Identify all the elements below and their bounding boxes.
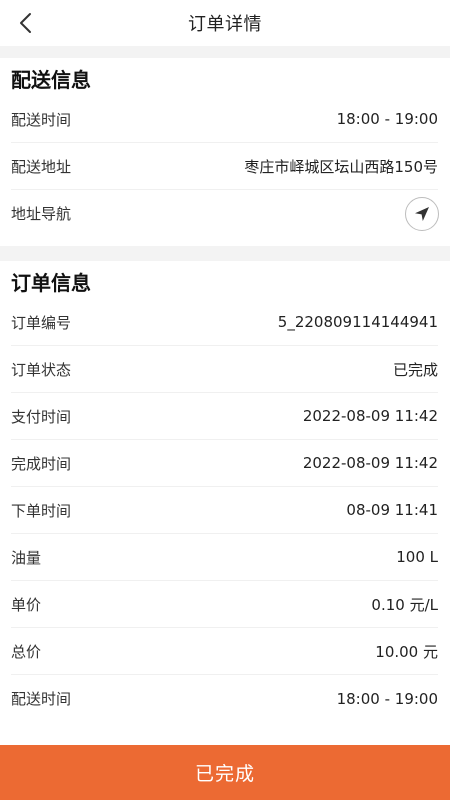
address-navigation-row: 地址导航 <box>11 190 439 237</box>
total-price-value: 10.00 元 <box>375 642 438 661</box>
address-navigation-label: 地址导航 <box>11 205 72 223</box>
order-delivery-time-label: 配送时间 <box>11 690 72 708</box>
section-divider <box>0 46 450 58</box>
chevron-left-icon <box>20 13 31 33</box>
total-price-row: 总价 10.00 元 <box>11 628 438 675</box>
delivery-time-row: 配送时间 18:00 - 19:00 <box>11 96 438 143</box>
payment-time-label: 支付时间 <box>11 407 72 426</box>
header-bar: 订单详情 <box>0 0 450 46</box>
completion-time-row: 完成时间 2022-08-09 11:42 <box>11 440 438 487</box>
completion-time-value: 2022-08-09 11:42 <box>302 454 438 472</box>
unit-price-row: 单价 0.10 元/L <box>11 581 438 628</box>
order-detail-page: 订单详情 配送信息 配送时间 18:00 - 19:00 配送地址 枣庄市峄城区… <box>0 0 450 800</box>
delivery-address-value: 枣庄市峄城区坛山西路150号 <box>244 157 438 176</box>
completed-status-button[interactable]: 已完成 <box>0 745 450 800</box>
delivery-time-value: 18:00 - 19:00 <box>336 110 438 128</box>
completion-time-label: 完成时间 <box>11 454 72 473</box>
navigation-button[interactable] <box>405 196 439 231</box>
order-info-section: 订单信息 订单编号 5_220809114144941 订单状态 已完成 支付时… <box>0 261 450 722</box>
order-delivery-time-row: 配送时间 18:00 - 19:00 <box>11 675 438 722</box>
order-number-label: 订单编号 <box>11 313 72 332</box>
fuel-quantity-value: 100 L <box>396 548 438 566</box>
order-placed-time-row: 下单时间 08-09 11:41 <box>11 487 438 534</box>
order-number-row: 订单编号 5_220809114144941 <box>11 299 438 346</box>
order-status-value: 已完成 <box>392 360 438 379</box>
unit-price-label: 单价 <box>11 595 42 614</box>
order-status-row: 订单状态 已完成 <box>11 346 438 393</box>
unit-price-value: 0.10 元/L <box>371 595 438 614</box>
delivery-info-section: 配送信息 配送时间 18:00 - 19:00 配送地址 枣庄市峄城区坛山西路1… <box>0 58 450 237</box>
section-divider <box>0 246 450 261</box>
completed-status-label: 已完成 <box>194 763 255 785</box>
navigation-arrow-icon <box>415 206 429 221</box>
order-placed-time-label: 下单时间 <box>11 501 72 520</box>
order-status-label: 订单状态 <box>11 360 72 379</box>
delivery-section-title: 配送信息 <box>11 68 91 92</box>
payment-time-value: 2022-08-09 11:42 <box>302 407 438 425</box>
order-section-title: 订单信息 <box>11 271 91 295</box>
payment-time-row: 支付时间 2022-08-09 11:42 <box>11 393 438 440</box>
fuel-quantity-row: 油量 100 L <box>11 534 438 581</box>
order-number-value: 5_220809114144941 <box>277 313 438 331</box>
order-placed-time-value: 08-09 11:41 <box>346 501 438 519</box>
back-button[interactable] <box>8 5 42 41</box>
page-title: 订单详情 <box>188 14 262 35</box>
fuel-quantity-label: 油量 <box>11 548 42 567</box>
order-delivery-time-value: 18:00 - 19:00 <box>336 689 438 708</box>
total-price-label: 总价 <box>11 642 42 661</box>
delivery-address-row: 配送地址 枣庄市峄城区坛山西路150号 <box>11 143 438 190</box>
delivery-time-label: 配送时间 <box>11 110 72 129</box>
delivery-address-label: 配送地址 <box>11 157 72 176</box>
